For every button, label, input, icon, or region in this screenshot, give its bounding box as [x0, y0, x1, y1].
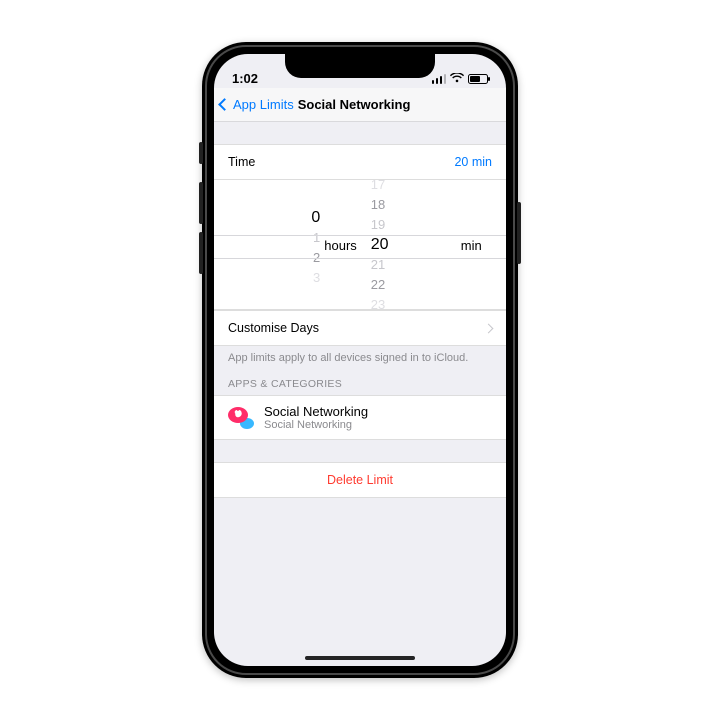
customise-days-row[interactable]: Customise Days [214, 310, 506, 346]
status-time: 1:02 [232, 71, 258, 86]
customise-label: Customise Days [228, 321, 319, 335]
battery-icon [468, 74, 488, 84]
wifi-icon [450, 72, 464, 86]
delete-limit-label: Delete Limit [327, 473, 393, 487]
category-title: Social Networking [264, 404, 368, 419]
hours-unit: hours [324, 238, 357, 253]
status-icons [432, 72, 489, 86]
cellular-icon [432, 74, 447, 84]
phone-frame: 1:02 App Limits Social Networking Time 2… [202, 42, 518, 678]
chevron-left-icon [218, 98, 231, 111]
screen: 1:02 App Limits Social Networking Time 2… [214, 54, 506, 666]
min-unit: min [461, 238, 482, 253]
time-label: Time [228, 155, 255, 169]
delete-limit-button[interactable]: Delete Limit [214, 462, 506, 498]
time-value: 20 min [454, 155, 492, 169]
time-row[interactable]: Time 20 min [214, 144, 506, 180]
category-row-social[interactable]: Social Networking Social Networking [214, 395, 506, 440]
back-button[interactable]: App Limits [220, 97, 294, 112]
nav-bar: App Limits Social Networking [214, 88, 506, 122]
chevron-right-icon [484, 323, 494, 333]
notch [285, 54, 435, 78]
footnote: App limits apply to all devices signed i… [214, 346, 506, 378]
category-subtitle: Social Networking [264, 419, 368, 431]
home-indicator[interactable] [305, 656, 415, 660]
page-title: Social Networking [298, 97, 411, 112]
back-label: App Limits [233, 97, 294, 112]
social-networking-icon [228, 405, 254, 431]
section-header: APPS & CATEGORIES [214, 378, 506, 395]
time-picker[interactable]: 0 1 2 3 hours 17 18 19 20 21 22 23 min [214, 180, 506, 310]
